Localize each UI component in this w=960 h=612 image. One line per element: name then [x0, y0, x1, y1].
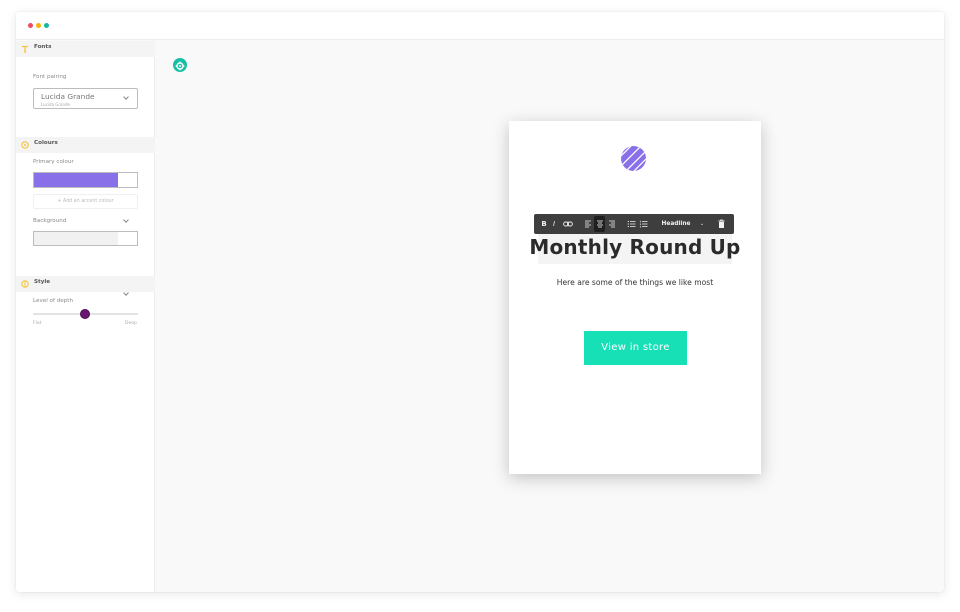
link-button[interactable]: [562, 214, 574, 234]
depth-label: Level of depth: [33, 298, 73, 304]
font-pairing-value: Lucida Grande: [41, 92, 95, 101]
settings-sidebar: Fonts Font pairing Lucida Grande Lucida …: [16, 41, 155, 592]
colours-section-title: Colours: [34, 140, 58, 146]
window-titlebar: [16, 12, 944, 40]
numbered-list-icon: [639, 220, 647, 228]
align-left-button[interactable]: [583, 214, 593, 234]
font-pairing-select[interactable]: Lucida Grande Lucida Grande: [33, 88, 138, 109]
striped-circle-logo: [621, 146, 646, 171]
email-headline[interactable]: Monthly Round Up: [509, 235, 761, 259]
fonts-section-title: Fonts: [34, 44, 52, 50]
align-left-icon: [585, 220, 591, 228]
settings-button[interactable]: [173, 58, 187, 72]
background-chevron-down-icon[interactable]: [123, 217, 129, 223]
primary-colour-swatch[interactable]: [33, 172, 138, 188]
font-pairing-label: Font pairing: [33, 74, 67, 80]
view-in-store-button[interactable]: View in store: [584, 331, 687, 365]
gear-icon: [175, 61, 185, 71]
primary-colour-label: Primary colour: [33, 159, 74, 165]
italic-button[interactable]: I: [550, 214, 558, 234]
text-format-toolbar: B I Headline ⌄: [534, 214, 734, 234]
trash-icon: [717, 219, 725, 228]
background-colour-swatch[interactable]: [33, 231, 138, 246]
email-preview-card: Monthly Round Up B I Headline ⌄ Here are…: [509, 121, 761, 474]
font-pairing-subvalue: Lucida Grande: [41, 101, 70, 107]
align-right-button[interactable]: [607, 214, 617, 234]
chevron-down-icon: [123, 94, 129, 100]
align-right-icon: [609, 220, 615, 228]
email-subtext[interactable]: Here are some of the things we like most: [509, 278, 761, 287]
font-t-icon: [22, 45, 28, 53]
background-colour-fill: [34, 232, 118, 245]
app-window: Fonts Font pairing Lucida Grande Lucida …: [16, 12, 944, 592]
style-section-header[interactable]: Style: [16, 276, 155, 292]
link-icon: [563, 221, 573, 227]
fonts-section-header[interactable]: Fonts: [16, 41, 155, 57]
bullet-list-button[interactable]: [626, 214, 636, 234]
sun-icon: [21, 280, 29, 288]
align-center-button[interactable]: [595, 214, 605, 234]
delete-block-button[interactable]: [715, 214, 727, 234]
depth-min-label: Flat: [33, 321, 42, 326]
minimize-window-dot[interactable]: [36, 23, 41, 28]
primary-colour-fill: [34, 173, 118, 187]
depth-slider-handle[interactable]: [80, 309, 90, 319]
bold-button[interactable]: B: [539, 214, 549, 234]
palette-icon: [21, 141, 29, 149]
add-accent-colour-button[interactable]: + Add an accent colour: [33, 194, 138, 209]
close-window-dot[interactable]: [28, 23, 33, 28]
numbered-list-button[interactable]: [638, 214, 648, 234]
style-section-title: Style: [34, 279, 51, 285]
maximize-window-dot[interactable]: [44, 23, 49, 28]
text-style-select[interactable]: Headline: [658, 214, 694, 234]
depth-max-label: Deep: [125, 321, 137, 326]
text-style-chevron-icon[interactable]: ⌄: [698, 214, 706, 234]
colours-section-header[interactable]: Colours: [16, 137, 155, 153]
background-label: Background: [33, 218, 67, 224]
align-center-icon: [597, 220, 603, 228]
bullet-list-icon: [627, 220, 635, 228]
